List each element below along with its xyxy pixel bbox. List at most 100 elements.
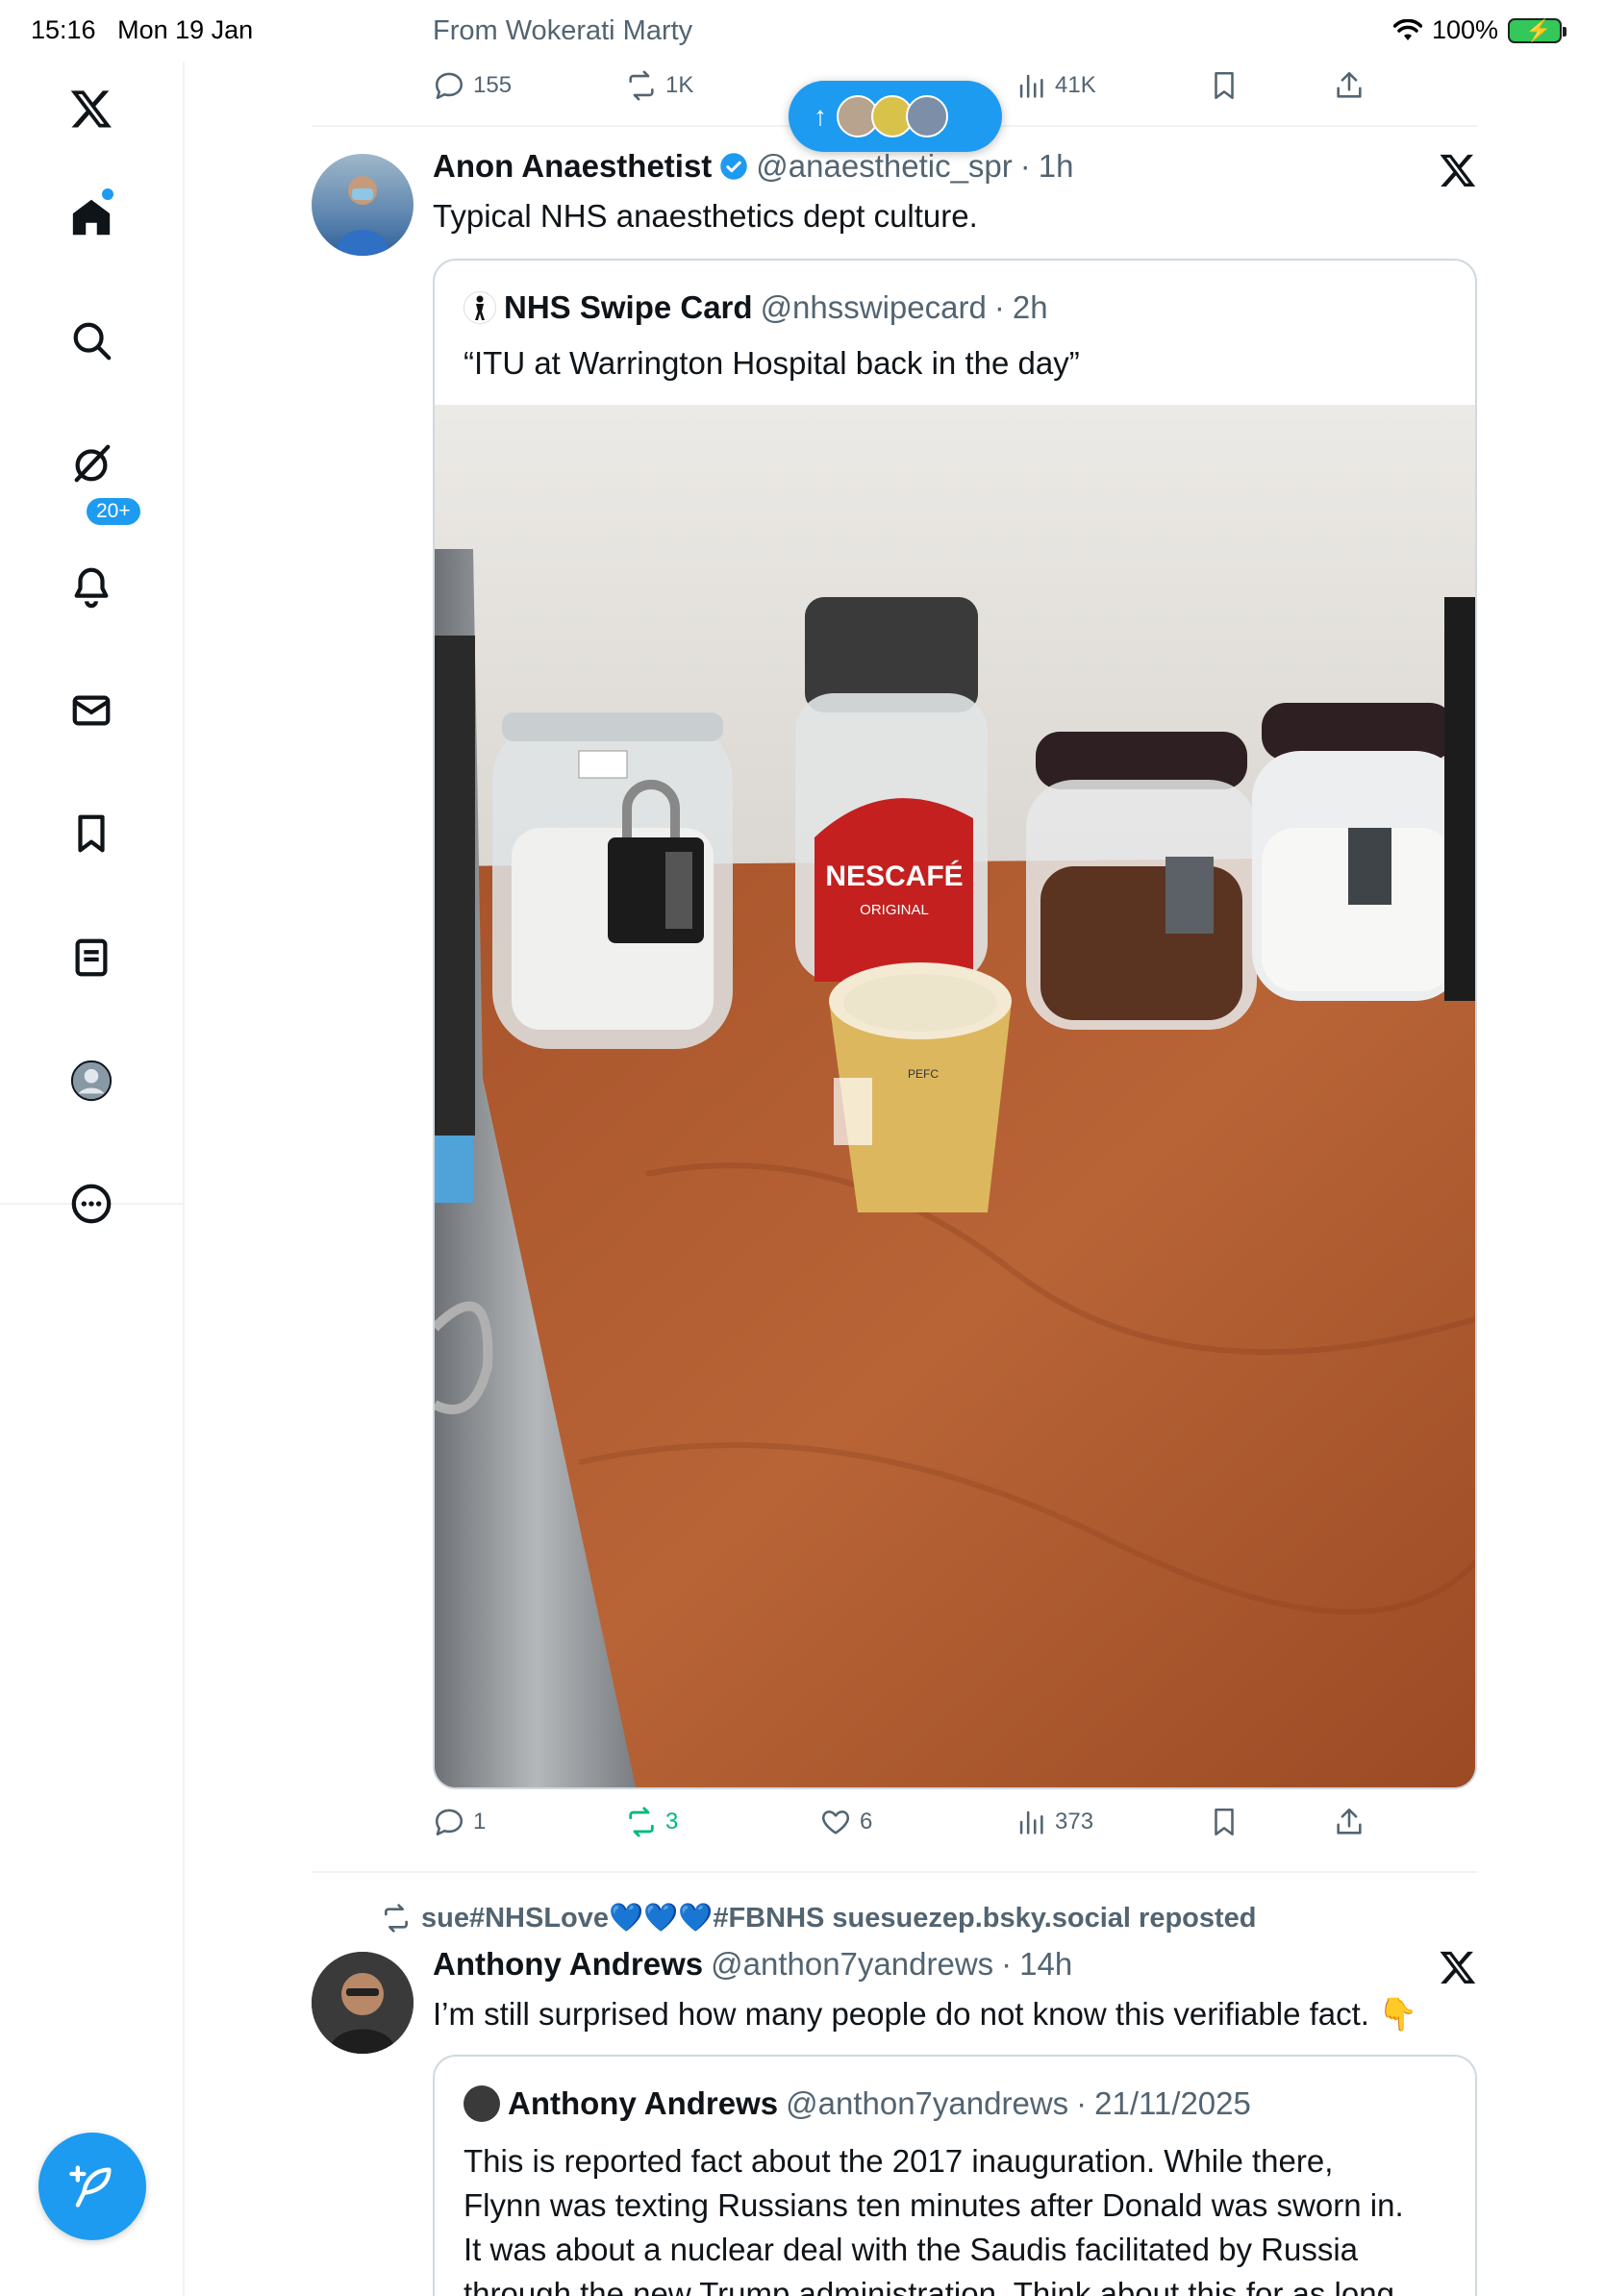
bookmark-icon	[1215, 71, 1234, 100]
tweet-actions: 1 3 6 373	[433, 1806, 1394, 1844]
x-logo-icon[interactable]	[63, 81, 119, 137]
quote-author-handle: @nhsswipecard	[760, 289, 987, 325]
jar-label: NESCAFÉ	[825, 860, 963, 892]
tweet-header: Anthony Andrews @anthon7yandrews · 14h	[433, 1946, 1072, 1983]
avatar	[464, 291, 496, 324]
views-icon	[1019, 1810, 1043, 1834]
search-icon[interactable]	[63, 312, 119, 368]
avatar[interactable]	[312, 154, 414, 256]
x-logo-icon	[1440, 1951, 1476, 1984]
quote-author-name: NHS Swipe Card	[504, 289, 753, 325]
kitchen-photo: NESCAFÉ ORIGINAL PEFC	[435, 405, 1475, 1787]
bookmark-icon	[1215, 1808, 1234, 1836]
previous-tweet-source: From Wokerati Marty	[433, 15, 693, 46]
repost-icon	[629, 70, 654, 101]
quote-text: “ITU at Warrington Hospital back in the …	[464, 345, 1080, 381]
quote-image[interactable]: NESCAFÉ ORIGINAL PEFC	[435, 405, 1475, 1787]
status-time: 15:16 Mon 19 Jan	[31, 15, 253, 45]
clock-date: Mon 19 Jan	[117, 15, 254, 44]
bookmark-button[interactable]	[1208, 1806, 1241, 1838]
views-button[interactable]: 41K	[1015, 69, 1096, 102]
compose-button[interactable]	[38, 2133, 146, 2240]
verified-badge-icon	[720, 153, 748, 180]
reply-icon	[435, 72, 464, 100]
repost-context[interactable]: sue#NHSLove💙💙💙#FBNHS suesuezep.bsky.soci…	[381, 1902, 1257, 1934]
author-handle[interactable]: @anthon7yandrews	[711, 1946, 993, 1983]
quote-timestamp: 21/11/2025	[1094, 2085, 1251, 2121]
separator-dot: ·	[1019, 148, 1031, 184]
author-name[interactable]: Anthony Andrews	[433, 1946, 703, 1983]
repost-count: 1K	[665, 72, 694, 98]
repost-context-text: sue#NHSLove💙💙💙#FBNHS suesuezep.bsky.soci…	[421, 1903, 1257, 1934]
quote-author-name: Anthony Andrews	[508, 2085, 779, 2121]
author-handle[interactable]: @anaesthetic_spr	[756, 148, 1012, 185]
quote-card[interactable]: Anthony Andrews @anthon7yandrews · 21/11…	[433, 2055, 1477, 2296]
heart-icon	[821, 1810, 850, 1834]
reply-button[interactable]: 155	[433, 69, 512, 102]
quote-header: NHS Swipe Card @nhsswipecard · 2h	[464, 289, 1048, 326]
notifications-badge: 20+	[85, 496, 142, 527]
feed-divider	[312, 1871, 1477, 1873]
repost-icon	[629, 1807, 654, 1837]
author-name[interactable]: Anon Anaesthetist	[433, 148, 712, 185]
x-logo-icon	[1440, 154, 1476, 187]
like-button[interactable]: 6	[819, 1806, 872, 1838]
avatar[interactable]	[312, 1952, 414, 2054]
home-notification-dot	[102, 188, 113, 200]
mini-avatar	[906, 95, 948, 137]
avatar	[464, 2085, 500, 2122]
jar-sublabel: ORIGINAL	[860, 902, 929, 918]
reply-count: 155	[473, 72, 513, 98]
repost-button[interactable]: 1K	[625, 69, 693, 102]
cup-text: PEFC	[908, 1067, 939, 1081]
timestamp[interactable]: 14h	[1019, 1946, 1072, 1983]
reply-button[interactable]: 1	[433, 1806, 486, 1838]
quote-text: This is reported fact about the 2017 ina…	[464, 2139, 1404, 2296]
tweet-text: I’m still surprised how many people do n…	[433, 1996, 1418, 2032]
new-posts-pill[interactable]: ↑	[789, 81, 1002, 152]
clock-time: 15:16	[31, 15, 96, 44]
battery-icon: ⚡	[1508, 17, 1566, 43]
quote-line: Flynn was texting Russians ten minutes a…	[464, 2187, 1404, 2223]
separator-dot: ·	[993, 289, 1005, 325]
notifications-icon[interactable]	[63, 559, 119, 614]
tweet-header: Anon Anaesthetist @anaesthetic_spr · 1h	[433, 148, 1074, 185]
like-count: 6	[860, 1809, 873, 1834]
reply-count: 1	[473, 1809, 487, 1834]
views-button[interactable]: 373	[1015, 1806, 1093, 1838]
repost-count: 3	[665, 1809, 679, 1834]
wifi-icon	[1392, 18, 1422, 40]
battery-percent: 100%	[1431, 15, 1498, 44]
separator-dot: ·	[1001, 1946, 1013, 1982]
messages-icon[interactable]	[63, 683, 119, 738]
share-button[interactable]	[1333, 1806, 1366, 1838]
views-icon	[1019, 74, 1043, 98]
quote-timestamp: 2h	[1012, 289, 1048, 325]
quote-author-handle: @anthon7yandrews	[786, 2085, 1069, 2121]
quote-header: Anthony Andrews @anthon7yandrews · 21/11…	[464, 2085, 1251, 2122]
arrow-up-icon: ↑	[814, 101, 827, 131]
bookmark-button[interactable]	[1208, 69, 1241, 102]
grok-icon[interactable]	[63, 436, 119, 491]
quote-line: through the new Trump administration. Th…	[464, 2276, 1394, 2296]
profile-icon[interactable]	[63, 1053, 119, 1109]
share-button[interactable]	[1333, 69, 1366, 102]
views-count: 41K	[1055, 72, 1096, 98]
timestamp[interactable]: 1h	[1039, 148, 1074, 185]
bookmarks-icon[interactable]	[63, 806, 119, 861]
quote-card[interactable]: NHS Swipe Card @nhsswipecard · 2h “ITU a…	[433, 259, 1477, 1789]
views-count: 373	[1055, 1809, 1094, 1834]
more-icon[interactable]	[63, 1176, 119, 1232]
tweet-text: Typical NHS anaesthetics dept culture.	[433, 198, 978, 234]
status-bar: 15:16 Mon 19 Jan 100% ⚡	[0, 0, 1604, 62]
reply-icon	[435, 1809, 464, 1836]
lists-icon[interactable]	[63, 930, 119, 986]
feather-plus-icon	[69, 2165, 112, 2208]
quote-line: This is reported fact about the 2017 ina…	[464, 2143, 1334, 2179]
repost-icon	[385, 1904, 408, 1933]
status-right: 100% ⚡	[1392, 15, 1566, 45]
share-icon	[1337, 1808, 1362, 1834]
separator-dot: ·	[1076, 2085, 1088, 2121]
repost-button[interactable]: 3	[625, 1806, 678, 1838]
share-icon	[1337, 71, 1362, 98]
